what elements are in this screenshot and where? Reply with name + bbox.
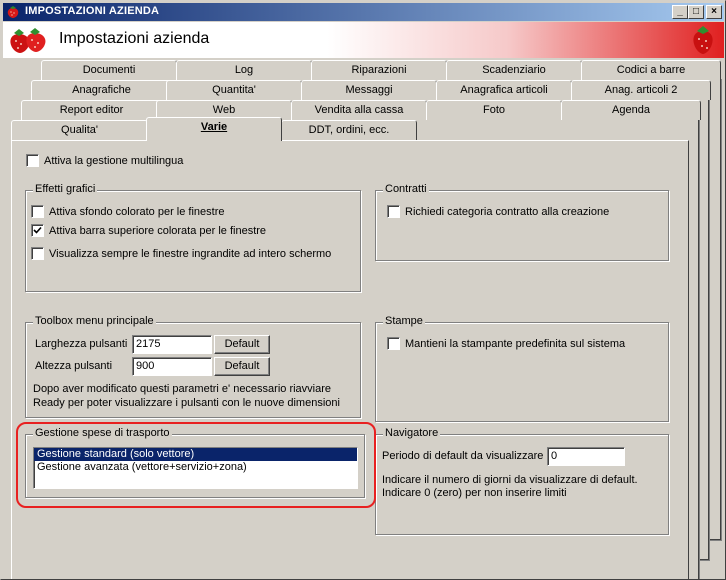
stampante-predefinita-checkbox[interactable]: Mantieni la stampante predefinita sul si… bbox=[387, 337, 625, 350]
navigatore-note-1: Indicare il numero di giorni da visualiz… bbox=[382, 474, 638, 486]
maximize-button[interactable]: □ bbox=[688, 5, 704, 19]
tab-documenti[interactable]: Documenti bbox=[41, 60, 177, 80]
stampante-predefinita-label: Mantieni la stampante predefinita sul si… bbox=[405, 337, 626, 350]
checkmark-icon bbox=[33, 226, 42, 234]
altezza-default-button[interactable]: Default bbox=[214, 357, 270, 376]
altezza-label: Altezza pulsanti bbox=[35, 360, 113, 372]
spese-trasporto-title: Gestione spese di trasporto bbox=[33, 427, 172, 439]
checkbox-box[interactable] bbox=[387, 205, 400, 218]
list-item[interactable]: Gestione avanzata (vettore+servizio+zona… bbox=[34, 461, 357, 474]
sfondo-colorato-checkbox[interactable]: Attiva sfondo colorato per le finestre bbox=[31, 205, 224, 218]
strawberry-icon bbox=[6, 5, 20, 19]
tab-qualita[interactable]: Qualita' bbox=[11, 120, 148, 140]
checkbox-box[interactable] bbox=[31, 205, 44, 218]
list-item[interactable]: Gestione standard (solo vettore) bbox=[34, 448, 357, 461]
effetti-grafici-title: Effetti grafici bbox=[33, 183, 98, 195]
tab-riparazioni[interactable]: Riparazioni bbox=[311, 60, 447, 80]
periodo-label: Periodo di default da visualizzare bbox=[382, 450, 544, 462]
checkbox-box[interactable] bbox=[26, 154, 39, 167]
tab-messaggi[interactable]: Messaggi bbox=[301, 80, 437, 100]
tab-varie[interactable]: Varie bbox=[146, 117, 282, 141]
tab-vendita-alla-cassa[interactable]: Vendita alla cassa bbox=[291, 100, 427, 120]
strawberry-logo-icon bbox=[690, 24, 716, 59]
multilingua-label: Attiva la gestione multilingua bbox=[44, 154, 184, 167]
periodo-input[interactable]: 0 bbox=[547, 447, 625, 466]
checkbox-box[interactable] bbox=[387, 337, 400, 350]
title-bar[interactable]: IMPOSTAZIONI AZIENDA _ □ × bbox=[3, 3, 724, 21]
page-title: Impostazioni azienda bbox=[59, 30, 210, 47]
toolbox-title: Toolbox menu principale bbox=[33, 315, 156, 327]
larghezza-default-button[interactable]: Default bbox=[214, 335, 270, 354]
spese-trasporto-listbox[interactable]: Gestione standard (solo vettore) Gestion… bbox=[33, 447, 358, 489]
tab-report-editor[interactable]: Report editor bbox=[21, 100, 162, 120]
checkbox-box[interactable] bbox=[31, 224, 44, 237]
strawberries-logo-icon bbox=[7, 25, 51, 58]
categoria-contratto-label: Richiedi categoria contratto alla creazi… bbox=[405, 205, 610, 218]
header-banner: Impostazioni azienda bbox=[3, 22, 724, 58]
checkbox-box[interactable] bbox=[31, 247, 44, 260]
categoria-contratto-checkbox[interactable]: Richiedi categoria contratto alla creazi… bbox=[387, 205, 609, 218]
tab-agenda[interactable]: Agenda bbox=[561, 100, 701, 120]
navigatore-title: Navigatore bbox=[383, 427, 441, 439]
tab-anag-articoli-2[interactable]: Anag. articoli 2 bbox=[571, 80, 711, 100]
larghezza-label: Larghezza pulsanti bbox=[35, 338, 128, 350]
tab-ddt-ordini[interactable]: DDT, ordini, ecc. bbox=[281, 120, 417, 140]
tab-quantita[interactable]: Quantita' bbox=[166, 80, 302, 100]
barra-colorata-checkbox[interactable]: Attiva barra superiore colorata per le f… bbox=[31, 224, 266, 237]
minimize-button[interactable]: _ bbox=[672, 5, 688, 19]
navigatore-note-2: Indicare 0 (zero) per non inserire limit… bbox=[382, 487, 567, 499]
barra-colorata-label: Attiva barra superiore colorata per le f… bbox=[49, 224, 267, 237]
altezza-input[interactable]: 900 bbox=[132, 357, 212, 376]
toolbox-note-1: Dopo aver modificato questi parametri e'… bbox=[33, 383, 332, 395]
contratti-group: Contratti bbox=[375, 183, 669, 261]
window-title: IMPOSTAZIONI AZIENDA bbox=[25, 5, 160, 17]
tab-log[interactable]: Log bbox=[176, 60, 312, 80]
tab-foto[interactable]: Foto bbox=[426, 100, 562, 120]
toolbox-note-2: Ready per poter visualizzare i pulsanti … bbox=[33, 397, 340, 409]
settings-window: IMPOSTAZIONI AZIENDA _ □ × Impostazioni … bbox=[0, 0, 726, 580]
contratti-title: Contratti bbox=[383, 183, 429, 195]
larghezza-input[interactable]: 2175 bbox=[132, 335, 212, 354]
close-button[interactable]: × bbox=[706, 5, 722, 19]
tab-scadenziario[interactable]: Scadenziario bbox=[446, 60, 582, 80]
sfondo-colorato-label: Attiva sfondo colorato per le finestre bbox=[49, 205, 225, 218]
tab-anagrafiche[interactable]: Anagrafiche bbox=[31, 80, 172, 100]
stampe-title: Stampe bbox=[383, 315, 425, 327]
tab-anagrafica-articoli[interactable]: Anagrafica articoli bbox=[436, 80, 572, 100]
multilingua-checkbox[interactable]: Attiva la gestione multilingua bbox=[26, 154, 183, 167]
tab-codici-a-barre[interactable]: Codici a barre bbox=[581, 60, 721, 80]
finestre-ingrandite-label: Visualizza sempre le finestre ingrandite… bbox=[49, 247, 332, 260]
finestre-ingrandite-checkbox[interactable]: Visualizza sempre le finestre ingrandite… bbox=[31, 247, 331, 260]
